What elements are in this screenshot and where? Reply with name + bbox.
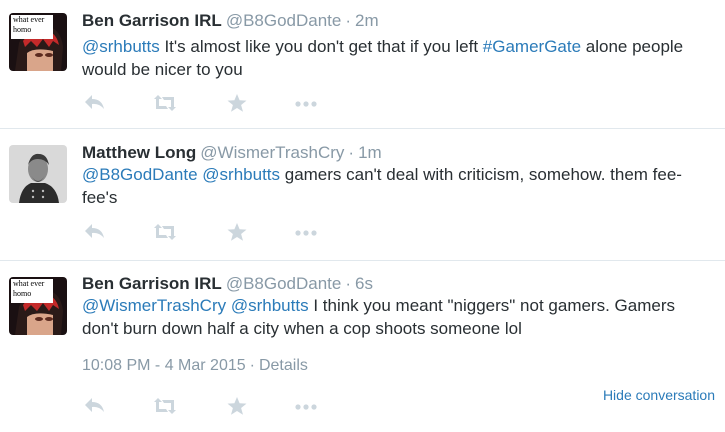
divider <box>0 128 725 129</box>
favorite-star-icon[interactable] <box>226 221 252 243</box>
separator: · <box>345 11 352 30</box>
mention-link[interactable]: @srhbutts <box>231 296 309 315</box>
details-link[interactable]: Details <box>259 357 308 374</box>
hashtag-link[interactable]: #GamerGate <box>483 37 581 56</box>
author-fullname[interactable]: Matthew Long <box>82 143 196 162</box>
author-username[interactable]: @WismerTrashCry <box>200 143 344 162</box>
favorite-star-icon[interactable] <box>226 395 252 417</box>
tweet-header: Ben Garrison IRL @B8GodDante · 2m <box>82 11 379 31</box>
tweet-header: Ben Garrison IRL @B8GodDante · 6s <box>82 274 373 294</box>
more-options-icon[interactable] <box>293 221 319 243</box>
author-fullname[interactable]: Ben Garrison IRL <box>82 274 222 293</box>
tweet-header: Matthew Long @WismerTrashCry · 1m <box>82 143 382 163</box>
tweet-timestamp[interactable]: 10:08 PM - 4 Mar 2015 <box>82 357 246 374</box>
separator: · <box>348 143 355 162</box>
divider <box>0 260 725 261</box>
author-fullname[interactable]: Ben Garrison IRL <box>82 11 222 30</box>
mention-link[interactable]: @srhbutts <box>202 165 280 184</box>
tweet-text: @B8GodDante @srhbutts gamers can't deal … <box>82 165 682 207</box>
avatar[interactable]: what ever homo <box>9 13 67 71</box>
reply-icon[interactable] <box>82 92 108 114</box>
avatar-caption: what ever homo <box>13 15 45 34</box>
more-options-icon[interactable] <box>293 395 319 417</box>
retweet-icon[interactable] <box>152 221 178 243</box>
reply-icon[interactable] <box>82 221 108 243</box>
reply-icon[interactable] <box>82 395 108 417</box>
tweet-time[interactable]: 1m <box>358 143 382 162</box>
hide-conversation-link[interactable]: Hide conversation <box>603 387 715 403</box>
author-username[interactable]: @B8GodDante <box>226 11 342 30</box>
retweet-icon[interactable] <box>152 395 178 417</box>
author-username[interactable]: @B8GodDante <box>226 274 342 293</box>
avatar[interactable] <box>9 145 67 203</box>
favorite-star-icon[interactable] <box>226 92 252 114</box>
mention-link[interactable]: @B8GodDante <box>82 165 198 184</box>
avatar[interactable]: what ever homo <box>9 277 67 335</box>
tweet-time[interactable]: 6s <box>355 274 373 293</box>
retweet-icon[interactable] <box>152 92 178 114</box>
separator: · <box>249 357 255 374</box>
tweet-text: @WismerTrashCry @srhbutts I think you me… <box>82 296 675 338</box>
tweet-meta: 10:08 PM - 4 Mar 2015 · Details <box>82 357 308 375</box>
avatar-caption: what ever homo <box>13 279 45 298</box>
mention-link[interactable]: @WismerTrashCry <box>82 296 226 315</box>
tweet-text: @srhbutts It's almost like you don't get… <box>82 37 684 79</box>
separator: · <box>345 274 352 293</box>
mention-link[interactable]: @srhbutts <box>82 37 160 56</box>
more-options-icon[interactable] <box>293 92 319 114</box>
tweet-time[interactable]: 2m <box>355 11 379 30</box>
